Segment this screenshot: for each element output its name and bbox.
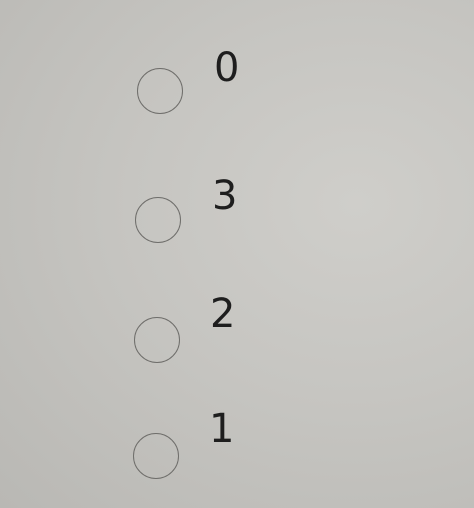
option-label-2: 2 (210, 291, 236, 337)
radio-button-1[interactable] (133, 433, 179, 479)
radio-button-3[interactable] (135, 197, 181, 243)
option-label-0: 0 (214, 45, 240, 91)
radio-button-0[interactable] (137, 68, 183, 114)
option-1[interactable]: 1 (126, 405, 286, 485)
radio-option-group: 0 3 2 1 (0, 0, 474, 508)
option-label-1: 1 (209, 406, 235, 452)
option-3[interactable]: 3 (128, 170, 288, 250)
option-0[interactable]: 0 (130, 40, 290, 120)
radio-button-2[interactable] (134, 317, 180, 363)
option-label-3: 3 (212, 173, 238, 219)
option-2[interactable]: 2 (127, 290, 287, 370)
